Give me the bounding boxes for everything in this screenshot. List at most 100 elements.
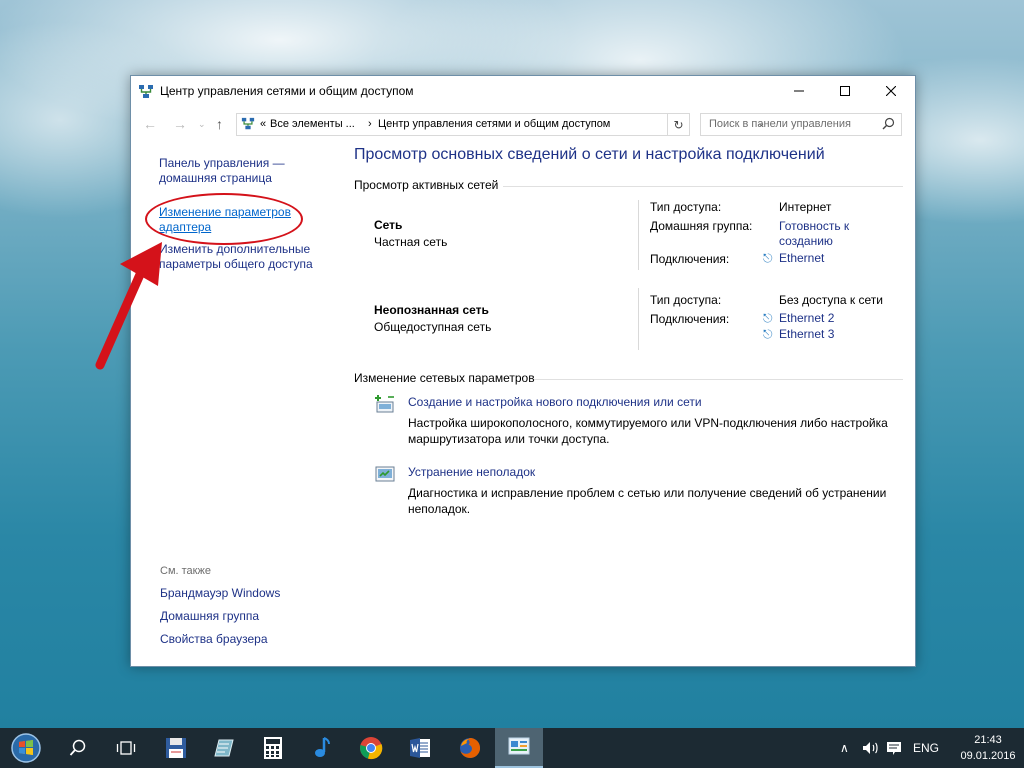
breadcrumb-overflow[interactable]: « xyxy=(260,118,266,130)
breadcrumb-separator[interactable]: › xyxy=(368,118,372,130)
title-bar[interactable]: Центр управления сетями и общим доступом xyxy=(131,76,915,106)
connection-link-ethernet-3[interactable]: ⎋ Ethernet 3 xyxy=(763,327,834,342)
connections-label: Подключения: xyxy=(650,252,730,266)
network-type-link[interactable]: Частная сеть xyxy=(374,235,447,249)
section-divider xyxy=(534,379,903,380)
show-hidden-icons-chevron[interactable]: ∧ xyxy=(840,728,849,768)
forward-arrow-icon[interactable]: → xyxy=(173,116,187,132)
close-button[interactable] xyxy=(868,76,914,106)
network-center-icon xyxy=(241,117,255,130)
refresh-icon: ↻ xyxy=(673,117,684,132)
start-button[interactable] xyxy=(2,728,50,768)
clock[interactable]: 21:43 09.01.2016 xyxy=(958,732,1018,764)
connection-link-ethernet-2[interactable]: ⎋ Ethernet 2 xyxy=(763,311,834,326)
clock-date: 09.01.2016 xyxy=(960,750,1016,762)
taskbar-app-word[interactable] xyxy=(396,728,444,768)
back-arrow-icon[interactable]: ← xyxy=(143,116,157,132)
taskbar: ∧ ENG 21:43 09.01.2016 xyxy=(0,728,1024,768)
breadcrumb-current[interactable]: Центр управления сетями и общим доступом xyxy=(378,118,610,130)
connection-name: Ethernet xyxy=(779,251,825,265)
minimize-button[interactable] xyxy=(776,76,822,106)
network-center-icon xyxy=(139,85,153,98)
connection-link-ethernet[interactable]: ⎋ Ethernet xyxy=(763,251,824,266)
task-description-line1: Диагностика и исправление проблем с сеть… xyxy=(408,486,887,500)
task-description-line1: Настройка широкополосного, коммутируемог… xyxy=(408,416,888,430)
taskbar-app-music[interactable] xyxy=(298,728,346,768)
search-icon xyxy=(69,739,86,756)
close-icon xyxy=(886,86,896,96)
page-title: Просмотр основных сведений о сети и наст… xyxy=(354,146,825,163)
vertical-divider xyxy=(638,288,639,350)
chrome-icon xyxy=(360,737,383,760)
troubleshoot-icon xyxy=(375,466,395,482)
task-view-icon xyxy=(116,741,136,755)
network-type-link[interactable]: Общедоступная сеть xyxy=(374,320,491,334)
connection-name: Ethernet 3 xyxy=(779,327,835,341)
language-indicator[interactable]: ENG xyxy=(913,728,939,768)
connection-name: Ethernet 2 xyxy=(779,311,835,325)
search-icon xyxy=(882,117,895,130)
homegroup-status-link-line1[interactable]: Готовность к xyxy=(779,219,849,234)
navigation-bar: ← → ⌄ ↑ « Все элементы ... › Центр управ… xyxy=(131,112,915,136)
speaker-icon xyxy=(863,742,878,754)
clock-time: 21:43 xyxy=(974,734,1002,746)
address-box[interactable]: « Все элементы ... › Центр управления се… xyxy=(236,113,765,136)
ethernet-icon: ⎋ xyxy=(763,251,773,265)
taskbar-app-firefox[interactable] xyxy=(446,728,494,768)
breadcrumb-all-items[interactable]: Все элементы ... xyxy=(270,118,355,130)
recent-locations-chevron-icon[interactable]: ⌄ xyxy=(198,119,206,130)
access-type-label: Тип доступа: xyxy=(650,200,722,214)
search-taskbar-button[interactable] xyxy=(54,728,102,768)
volume-tray-button[interactable] xyxy=(862,728,880,768)
action-center-icon xyxy=(887,742,901,755)
network-name: Неопознанная сеть xyxy=(374,303,489,317)
task-description-line2: маршрутизатора или точки доступа. xyxy=(408,432,610,446)
troubleshoot-link[interactable]: Устранение неполадок xyxy=(408,465,535,479)
taskbar-app-calculator[interactable] xyxy=(249,728,297,768)
floppy-disk-icon xyxy=(166,738,186,758)
firewall-link[interactable]: Брандмауэр Windows xyxy=(160,586,280,600)
firefox-icon xyxy=(460,737,481,758)
search-placeholder: Поиск в панели управления xyxy=(709,118,851,130)
taskbar-app-chrome[interactable] xyxy=(347,728,395,768)
homegroup-link[interactable]: Домашняя группа xyxy=(160,609,259,623)
notepad-icon xyxy=(214,739,234,757)
active-networks-heading: Просмотр активных сетей xyxy=(354,178,499,192)
red-arrow-icon xyxy=(95,242,162,370)
taskbar-app-control-panel[interactable] xyxy=(495,728,543,768)
search-input[interactable]: Поиск в панели управления xyxy=(700,113,902,136)
network-center-window: Центр управления сетями и общим доступом… xyxy=(130,75,916,667)
task-description-line2: неполадок. xyxy=(408,502,471,516)
homegroup-label: Домашняя группа: xyxy=(650,219,753,233)
maximize-button[interactable] xyxy=(822,76,868,106)
setup-new-connection-link[interactable]: Создание и настройка нового подключения … xyxy=(408,395,702,409)
task-view-button[interactable] xyxy=(102,728,150,768)
maximize-icon xyxy=(840,86,850,96)
notifications-tray-button[interactable] xyxy=(886,728,902,768)
chevron-up-icon: ∧ xyxy=(840,741,849,755)
advanced-sharing-link-line2[interactable]: параметры общего доступа xyxy=(159,257,313,272)
music-note-icon xyxy=(315,737,330,757)
taskbar-app-floppy[interactable] xyxy=(152,728,200,768)
language-label: ENG xyxy=(913,741,940,755)
control-panel-icon xyxy=(508,737,530,755)
network-name: Сеть xyxy=(374,218,403,232)
calculator-icon xyxy=(264,737,282,759)
control-panel-home-link-line2[interactable]: домашняя страница xyxy=(159,171,272,186)
access-type-value: Интернет xyxy=(779,200,832,214)
taskbar-app-notes[interactable] xyxy=(201,728,249,768)
browser-properties-link[interactable]: Свойства браузера xyxy=(160,632,268,646)
new-connection-icon xyxy=(375,395,394,413)
ethernet-icon: ⎋ xyxy=(763,311,773,325)
access-type-label: Тип доступа: xyxy=(650,293,722,307)
section-divider xyxy=(503,186,903,187)
access-type-value: Без доступа к сети xyxy=(779,293,883,307)
up-arrow-icon[interactable]: ↑ xyxy=(216,116,223,132)
vertical-divider xyxy=(638,200,639,270)
minimize-icon xyxy=(794,90,804,92)
control-panel-home-link-line1[interactable]: Панель управления — xyxy=(159,156,285,171)
homegroup-status-link-line2[interactable]: созданию xyxy=(779,234,833,249)
word-icon xyxy=(410,738,430,758)
window-title: Центр управления сетями и общим доступом xyxy=(160,84,414,98)
refresh-button[interactable]: ↻ xyxy=(668,113,690,136)
